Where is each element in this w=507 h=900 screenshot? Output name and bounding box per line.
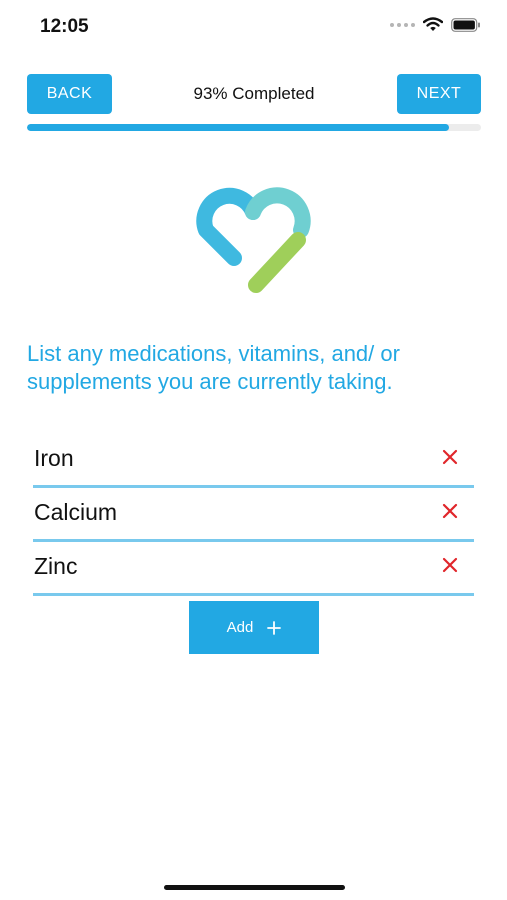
nav-row: BACK 93% Completed NEXT xyxy=(27,74,481,114)
add-button-label: Add xyxy=(226,619,254,636)
status-icons xyxy=(390,17,481,32)
question-text: List any medications, vitamins, and/ or … xyxy=(27,341,400,394)
remove-icon[interactable] xyxy=(441,448,459,466)
list-item: Iron xyxy=(33,434,474,488)
signal-dots-icon xyxy=(390,22,415,27)
plus-icon xyxy=(267,620,282,635)
heart-logo-icon xyxy=(196,187,311,293)
home-indicator xyxy=(164,885,345,890)
list-item: Zinc xyxy=(33,542,474,596)
item-label: Zinc xyxy=(34,553,78,579)
list-item: Calcium xyxy=(33,488,474,542)
item-label: Calcium xyxy=(34,499,118,525)
medication-list: Iron Calcium Zinc xyxy=(33,434,474,596)
wifi-icon xyxy=(423,17,443,31)
status-bar: 12:05 xyxy=(0,0,507,56)
remove-icon[interactable] xyxy=(441,556,459,574)
remove-icon[interactable] xyxy=(441,502,459,520)
progress-bar xyxy=(27,124,481,131)
item-label: Iron xyxy=(34,445,74,471)
progress-fill xyxy=(27,124,450,131)
next-button[interactable]: NEXT xyxy=(397,74,481,114)
add-button[interactable]: Add xyxy=(189,601,319,654)
status-time: 12:05 xyxy=(40,16,89,37)
battery-icon xyxy=(451,17,480,32)
